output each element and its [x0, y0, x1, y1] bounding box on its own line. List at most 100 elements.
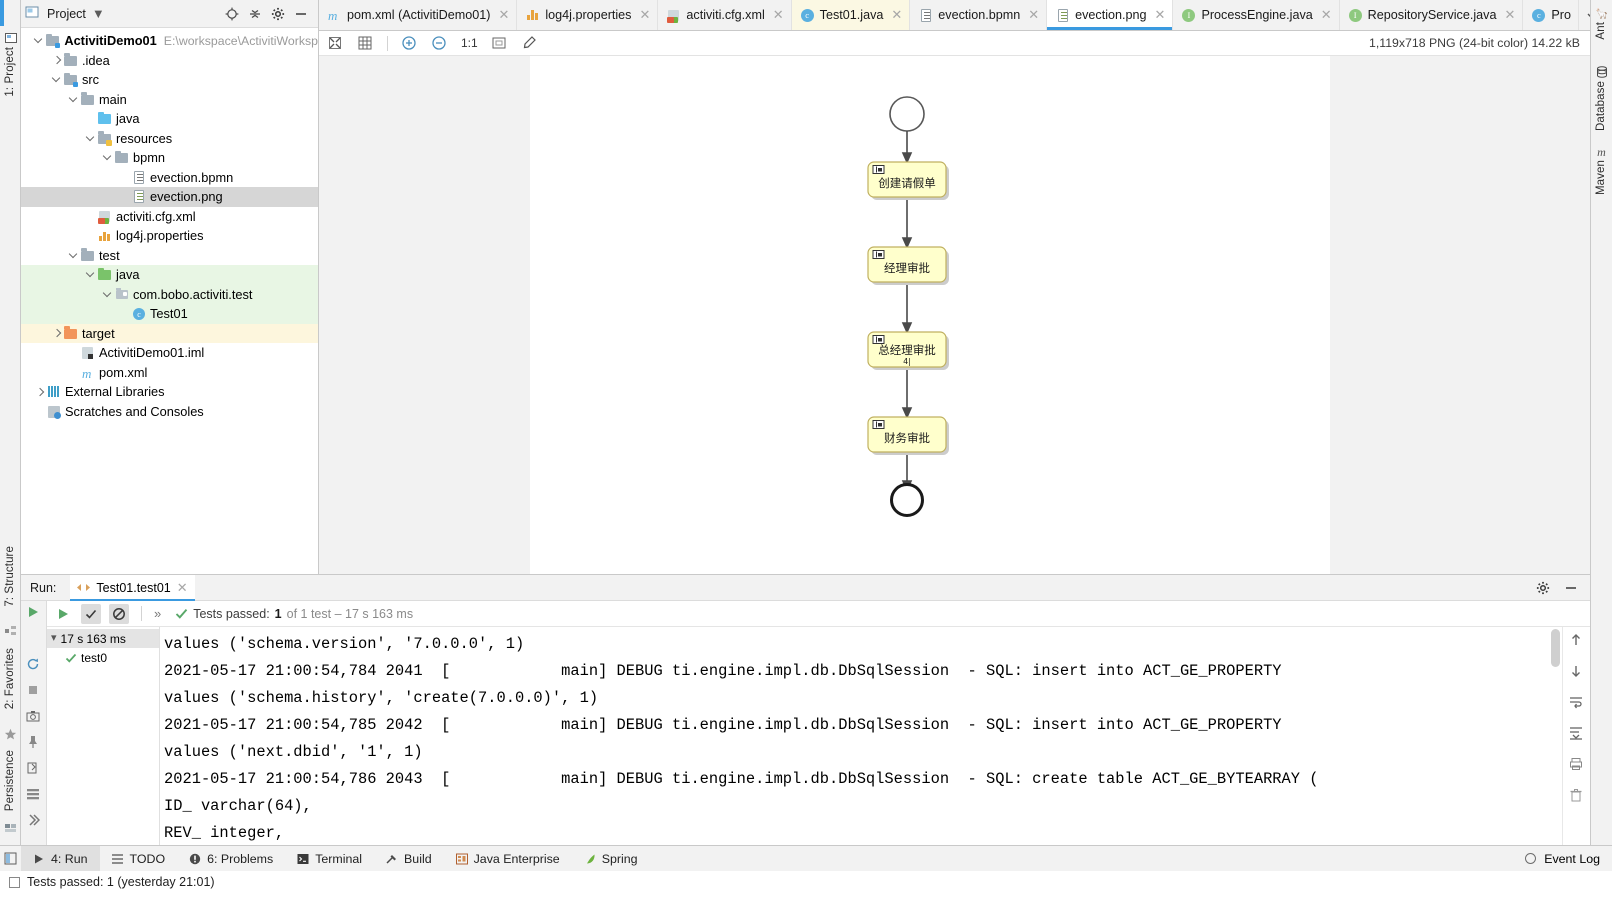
trash-icon[interactable]: [1569, 788, 1584, 803]
tree-toggle-arrow[interactable]: [120, 191, 131, 202]
rerun-icon[interactable]: [26, 657, 41, 672]
editor-tab-pro[interactable]: c Pro: [1523, 0, 1579, 30]
test-tree-item-row[interactable]: test0: [47, 648, 159, 667]
toggle-transparency-icon[interactable]: [327, 35, 344, 52]
tree-node-test01[interactable]: c Test01: [21, 304, 318, 324]
close-icon[interactable]: ✕: [1028, 7, 1039, 23]
tree-node-activitidemo01-iml[interactable]: ActivitiDemo01.iml: [21, 343, 318, 363]
print-icon[interactable]: [1569, 757, 1584, 772]
close-icon[interactable]: ✕: [1321, 7, 1332, 23]
strip-label-maven[interactable]: Maven: [1595, 160, 1607, 195]
tree-node-activiti-cfg-xml[interactable]: activiti.cfg.xml: [21, 207, 318, 227]
zoom-in-icon[interactable]: [401, 35, 418, 52]
tree-toggle-arrow[interactable]: [35, 386, 46, 397]
tree-toggle-arrow[interactable]: [52, 55, 63, 66]
soft-wrap-icon[interactable]: [1569, 695, 1584, 710]
run-green-arrow-icon[interactable]: [53, 604, 73, 624]
strip-label-structure[interactable]: 7: Structure: [4, 546, 16, 607]
collapse-all-icon[interactable]: [248, 7, 262, 21]
close-icon[interactable]: ✕: [639, 7, 650, 23]
tree-toggle-arrow[interactable]: [69, 94, 80, 105]
tree-toggle-arrow[interactable]: [120, 308, 131, 319]
actual-size-button[interactable]: 1:1: [461, 36, 478, 50]
tree-toggle-arrow[interactable]: [86, 269, 97, 280]
tree-node-activitidemo01[interactable]: ActivitiDemo01 E:\workspace\ActivitiWorks…: [21, 31, 318, 51]
run-gutter-settings-icon[interactable]: [26, 787, 41, 802]
tree-node-test[interactable]: test: [21, 246, 318, 266]
run-console-output[interactable]: values ('schema.version', '7.0.0.0', 1) 2…: [160, 627, 1562, 845]
tree-toggle-arrow[interactable]: [86, 211, 97, 222]
tree-node-java[interactable]: java: [21, 109, 318, 129]
tree-toggle-arrow[interactable]: [34, 35, 45, 46]
tree-toggle-arrow[interactable]: [52, 328, 63, 339]
chevron-down-icon[interactable]: ▾: [51, 633, 57, 644]
run-icon[interactable]: [26, 605, 41, 620]
stop-icon[interactable]: [26, 683, 41, 698]
editor-tab-activiti-cfg-xml[interactable]: activiti.cfg.xml ✕: [658, 0, 792, 30]
screenshot-icon[interactable]: [26, 709, 41, 724]
tree-toggle-arrow[interactable]: [103, 152, 114, 163]
editor-tab-log4j-properties[interactable]: log4j.properties ✕: [517, 0, 659, 30]
tree-toggle-arrow[interactable]: [69, 367, 80, 378]
editor-tab-pom-xml-activitidemo01-[interactable]: m pom.xml (ActivitiDemo01) ✕: [319, 0, 518, 30]
tree-node-src[interactable]: src: [21, 70, 318, 90]
tree-toggle-arrow[interactable]: [120, 172, 131, 183]
strip-label-ant[interactable]: Ant: [1595, 22, 1607, 40]
locate-icon[interactable]: [225, 7, 239, 21]
close-icon[interactable]: ✕: [177, 580, 188, 596]
settings-gear-icon[interactable]: [271, 7, 285, 21]
bottom-bar-item-java-enterprise[interactable]: Java Enterprise: [444, 846, 572, 871]
expand-chevrons-icon[interactable]: »: [154, 607, 161, 620]
tree-toggle-arrow[interactable]: [69, 250, 80, 261]
scroll-to-end-icon[interactable]: [1569, 726, 1584, 741]
tree-toggle-arrow[interactable]: [86, 133, 97, 144]
minimize-icon[interactable]: [294, 7, 308, 21]
hide-ignored-tests-toggle[interactable]: [109, 603, 129, 624]
tree-node-resources[interactable]: resources: [21, 129, 318, 149]
tree-toggle-arrow[interactable]: [35, 406, 46, 417]
fit-to-window-icon[interactable]: [491, 35, 508, 52]
tree-node-evection-bpmn[interactable]: evection.bpmn: [21, 168, 318, 188]
run-settings-gear-icon[interactable]: [1536, 581, 1550, 595]
tab-list-chevron-down-icon[interactable]: [1579, 0, 1590, 30]
strip-label-project[interactable]: 1: Project: [4, 47, 16, 97]
tree-toggle-arrow[interactable]: [86, 113, 97, 124]
pin-icon[interactable]: [26, 735, 41, 750]
tree-node-main[interactable]: main: [21, 90, 318, 110]
tree-node-target[interactable]: target: [21, 323, 318, 343]
close-icon[interactable]: ✕: [498, 7, 509, 23]
run-configuration-tab[interactable]: Test01.test01 ✕: [70, 574, 195, 601]
bottom-bar-item-build[interactable]: Build: [374, 846, 444, 871]
tree-toggle-arrow[interactable]: [69, 347, 80, 358]
strip-label-persistence[interactable]: Persistence: [4, 750, 16, 811]
editor-tab-repositoryservice-java[interactable]: I RepositoryService.java ✕: [1340, 0, 1524, 30]
toggle-tool-windows-icon[interactable]: [0, 846, 21, 871]
console-scrollbar-thumb[interactable]: [1551, 629, 1560, 667]
tree-node-java[interactable]: java: [21, 265, 318, 285]
tree-toggle-arrow[interactable]: [52, 74, 63, 85]
editor-tab-evection-bpmn[interactable]: evection.bpmn ✕: [910, 0, 1048, 30]
tree-node-bpmn[interactable]: bpmn: [21, 148, 318, 168]
close-icon[interactable]: ✕: [773, 7, 784, 23]
close-icon[interactable]: ✕: [891, 7, 902, 23]
tree-node-com-bobo-activiti-test[interactable]: com.bobo.activiti.test: [21, 284, 318, 304]
show-passed-tests-toggle[interactable]: [81, 603, 101, 624]
tree-node-log4j-properties[interactable]: log4j.properties: [21, 226, 318, 246]
tree-node-external-libraries[interactable]: External Libraries: [21, 382, 318, 402]
run-minimize-icon[interactable]: [1564, 581, 1578, 595]
console-scrollbar[interactable]: [1548, 627, 1562, 845]
editor-tab-evection-png[interactable]: evection.png ✕: [1047, 0, 1174, 30]
toggle-grid-icon[interactable]: [357, 35, 374, 52]
scroll-down-icon[interactable]: [1569, 664, 1584, 679]
scroll-up-icon[interactable]: [1569, 633, 1584, 648]
expand-right-icon[interactable]: [26, 813, 41, 828]
strip-label-favorites[interactable]: 2: Favorites: [4, 648, 16, 709]
bottom-bar-item-4-run[interactable]: 4: Run: [21, 846, 100, 871]
color-picker-icon[interactable]: [521, 35, 538, 52]
bottom-bar-item-todo[interactable]: TODO: [100, 846, 178, 871]
test-tree-root-row[interactable]: ▾ 17 s 163 ms: [47, 629, 159, 648]
editor-tab-test01-java[interactable]: c Test01.java ✕: [791, 0, 911, 30]
bottom-bar-item-terminal[interactable]: Terminal: [285, 846, 374, 871]
tree-node--idea[interactable]: .idea: [21, 51, 318, 71]
bottom-bar-item-6-problems[interactable]: 6: Problems: [177, 846, 285, 871]
